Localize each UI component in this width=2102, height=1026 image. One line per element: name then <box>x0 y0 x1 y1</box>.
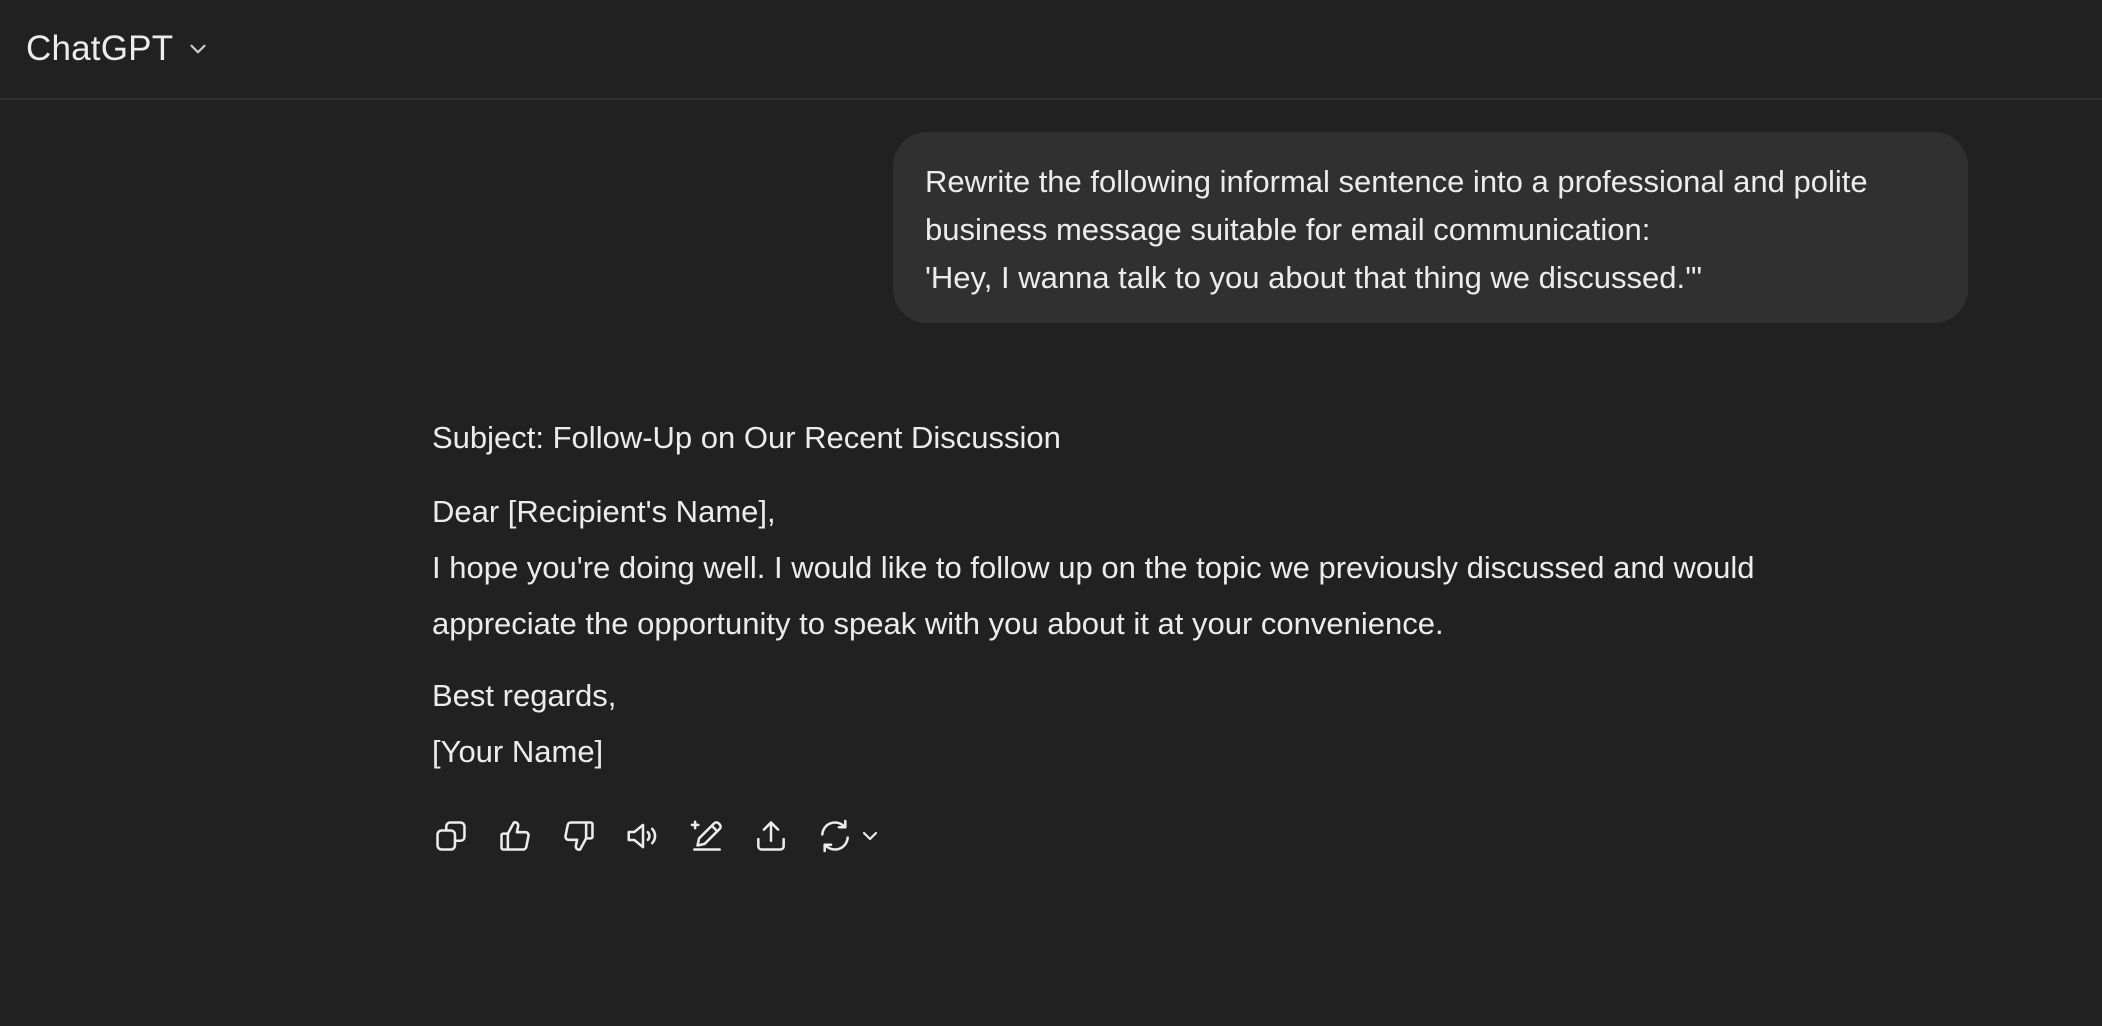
read-aloud-icon <box>627 823 657 849</box>
email-closing: Best regards, <box>432 678 617 713</box>
regenerate-icon <box>821 819 849 853</box>
chevron-down-icon <box>862 831 878 841</box>
model-switcher[interactable]: ChatGPT <box>26 24 211 74</box>
user-message-line: business message suitable for email comm… <box>925 212 1651 247</box>
user-message-line: 'Hey, I wanna talk to you about that thi… <box>925 260 1703 295</box>
good-response-button[interactable] <box>496 812 560 860</box>
thumbs-up-icon <box>500 821 530 851</box>
read-aloud-button[interactable] <box>624 812 688 860</box>
thumbs-down-icon <box>564 821 594 851</box>
regenerate-button[interactable] <box>816 812 882 860</box>
message-action-bar <box>432 812 882 860</box>
copy-button[interactable] <box>432 812 496 860</box>
email-body-line: I hope you're doing well. I would like t… <box>432 550 1755 585</box>
email-greeting: Dear [Recipient's Name], <box>432 494 776 529</box>
edit-canvas-icon <box>690 820 722 851</box>
chevron-down-icon <box>190 44 206 54</box>
user-message-line: Rewrite the following informal sentence … <box>925 164 1868 199</box>
share-button[interactable] <box>752 812 816 860</box>
user-message-bubble: Rewrite the following informal sentence … <box>893 132 1968 323</box>
top-bar: ChatGPT <box>0 0 2102 100</box>
assistant-message: Subject: Follow-Up on Our Recent Discuss… <box>432 412 1932 780</box>
share-icon <box>757 821 785 851</box>
email-body-line: appreciate the opportunity to speak with… <box>432 606 1444 641</box>
model-name: ChatGPT <box>26 29 174 68</box>
email-signature: [Your Name] <box>432 734 604 769</box>
email-subject: Subject: Follow-Up on Our Recent Discuss… <box>432 420 1061 455</box>
bad-response-button[interactable] <box>560 812 624 860</box>
copy-icon <box>436 821 466 851</box>
edit-in-canvas-button[interactable] <box>688 812 752 860</box>
